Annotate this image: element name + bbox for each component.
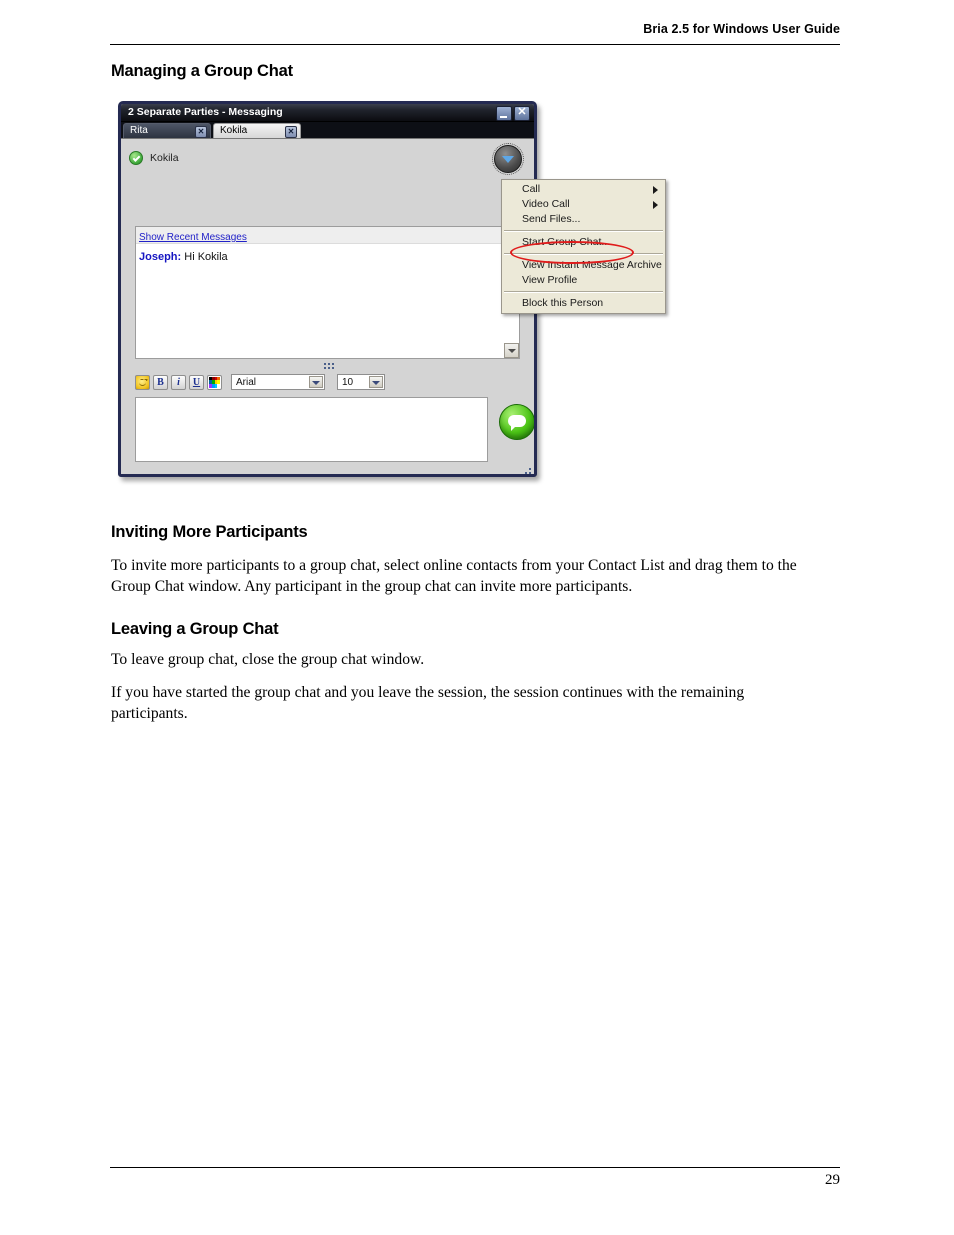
window-resize-grip[interactable]	[521, 468, 531, 474]
footer-divider	[110, 1167, 840, 1168]
font-size-chevron-down-icon[interactable]	[369, 376, 383, 388]
tab-kokila-label: Kokila	[220, 125, 248, 136]
underline-icon[interactable]: U	[189, 374, 204, 390]
menu-item-send-files-label: Send Files...	[522, 213, 581, 225]
close-button[interactable]: ✕	[514, 106, 530, 121]
tab-kokila-close-icon[interactable]: ✕	[285, 126, 297, 138]
menu-item-view-profile-label: View Profile	[522, 274, 578, 286]
heading-leaving-a-group-chat: Leaving a Group Chat	[111, 620, 279, 638]
menu-item-call[interactable]: Call	[502, 182, 665, 197]
menu-item-start-group-chat-label: Start Group Chat...	[522, 236, 611, 248]
messaging-window: 2 Separate Parties - Messaging ✕ Rita ✕ …	[118, 101, 537, 477]
scroll-down-arrow-icon[interactable]	[504, 343, 519, 358]
paragraph-leaving-2: If you have started the group chat and y…	[111, 684, 745, 722]
contact-context-menu: Call Video Call Send Files... Start Grou…	[501, 179, 666, 314]
menu-separator	[504, 230, 663, 232]
tab-kokila[interactable]: Kokila ✕	[213, 123, 301, 138]
send-bubble-glyph	[508, 415, 526, 431]
heading-inviting-more-participants: Inviting More Participants	[111, 523, 308, 541]
menu-separator	[504, 291, 663, 293]
window-title-bar[interactable]: 2 Separate Parties - Messaging ✕	[121, 104, 534, 122]
menu-item-video-call[interactable]: Video Call	[502, 197, 665, 212]
menu-item-block-this-person-label: Block this Person	[522, 297, 604, 309]
page-number: 29	[825, 1172, 840, 1188]
figure-messaging-window-screenshot: 2 Separate Parties - Messaging ✕ Rita ✕ …	[118, 101, 666, 483]
show-recent-messages-link[interactable]: Show Recent Messages	[139, 232, 247, 243]
message-sender: Joseph:	[139, 251, 182, 263]
window-body: Kokila Show Recent Messages Joseph: Hi K…	[121, 138, 534, 474]
compose-format-toolbar: B i U Arial 10	[135, 374, 385, 390]
paragraph-inviting-more-participants: To invite more participants to a group c…	[111, 557, 797, 595]
window-controls: ✕	[496, 106, 530, 121]
message-compose-input[interactable]	[135, 397, 488, 462]
font-color-palette-icon[interactable]	[207, 374, 222, 390]
page-header-title: Bria 2.5 for Windows User Guide	[643, 22, 840, 36]
font-size-value: 10	[342, 376, 354, 388]
tab-rita-close-icon[interactable]: ✕	[195, 126, 207, 138]
font-family-value: Arial	[236, 376, 257, 388]
menu-separator	[504, 253, 663, 255]
message-text: Hi Kokila	[181, 251, 228, 263]
font-family-select[interactable]: Arial	[231, 374, 325, 390]
emoticon-icon[interactable]	[135, 374, 150, 390]
menu-item-video-call-label: Video Call	[522, 198, 570, 210]
speech-bubble-send-icon[interactable]	[499, 404, 534, 440]
options-dropdown-button[interactable]	[492, 143, 524, 175]
window-title: 2 Separate Parties - Messaging	[128, 106, 283, 118]
menu-item-view-profile[interactable]: View Profile	[502, 273, 665, 288]
menu-item-view-instant-message-archive[interactable]: View Instant Message Archive	[502, 258, 665, 273]
submenu-arrow-icon	[653, 201, 658, 209]
paragraph-leaving-1: To leave group chat, close the group cha…	[111, 651, 425, 668]
menu-item-start-group-chat[interactable]: Start Group Chat...	[502, 235, 665, 250]
submenu-arrow-icon	[653, 186, 658, 194]
message-panel: Show Recent Messages Joseph: Hi Kokila	[135, 226, 520, 359]
menu-item-send-files[interactable]: Send Files...	[502, 212, 665, 227]
recent-messages-bar: Show Recent Messages	[136, 227, 519, 244]
minimize-button[interactable]	[496, 106, 512, 121]
bold-icon[interactable]: B	[153, 374, 168, 390]
tab-rita[interactable]: Rita ✕	[123, 123, 211, 138]
minimize-icon	[500, 116, 507, 118]
conversation-tab-strip: Rita ✕ Kokila ✕	[121, 122, 534, 138]
heading-managing-a-group-chat: Managing a Group Chat	[111, 62, 293, 80]
contact-name: Kokila	[150, 152, 179, 164]
close-icon: ✕	[517, 106, 527, 118]
menu-item-view-instant-message-archive-label: View Instant Message Archive	[522, 259, 662, 271]
tab-rita-label: Rita	[130, 125, 148, 136]
message-item: Joseph: Hi Kokila	[136, 244, 519, 263]
font-family-chevron-down-icon[interactable]	[309, 376, 323, 388]
panel-splitter-grip[interactable]	[324, 363, 338, 369]
menu-item-call-label: Call	[522, 183, 541, 195]
font-size-select[interactable]: 10	[337, 374, 385, 390]
italic-icon[interactable]: i	[171, 374, 186, 390]
contact-header: Kokila	[129, 151, 179, 165]
header-divider	[110, 44, 840, 45]
online-check-icon	[129, 151, 143, 165]
menu-item-block-this-person[interactable]: Block this Person	[502, 296, 665, 311]
